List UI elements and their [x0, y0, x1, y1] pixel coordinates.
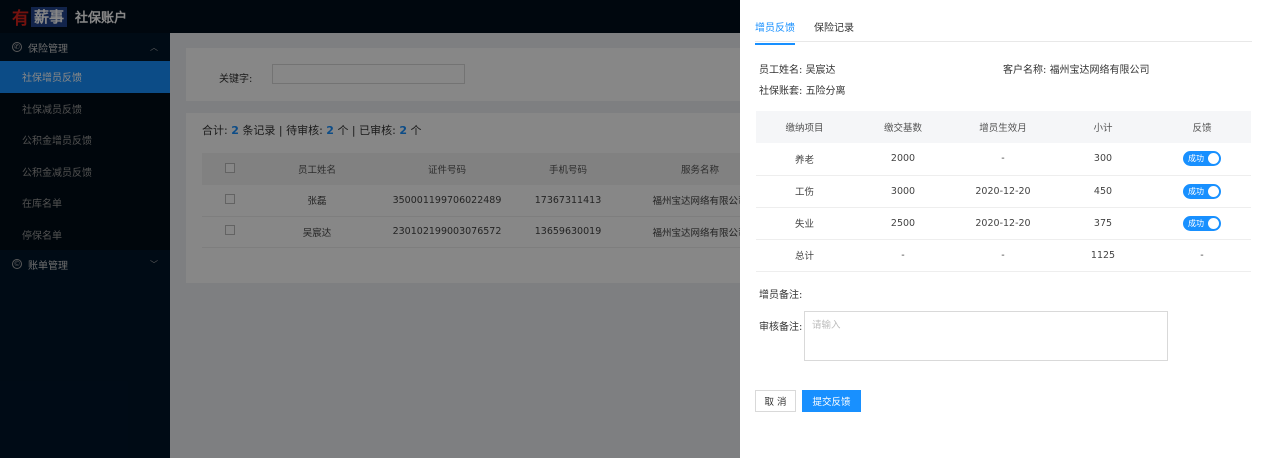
- cell-feedback: 成功: [1153, 207, 1251, 240]
- column-header: 增员生效月: [953, 111, 1053, 143]
- column-header: 缴纳项目: [756, 111, 853, 143]
- review-remark-label: 审核备注:: [759, 322, 803, 333]
- client-info: 客户名称: 福州宝达网络有限公司: [1003, 61, 1150, 76]
- plan-info: 社保账套: 五险分离: [759, 82, 846, 97]
- cell-feedback: 成功: [1153, 175, 1251, 208]
- cell-base: 3000: [853, 175, 953, 208]
- table-row: 失业 2500 2020-12-20 375 成功: [756, 207, 1251, 240]
- column-header: 小计: [1053, 111, 1153, 143]
- toggle-knob: [1208, 217, 1219, 229]
- client-value: 福州宝达网络有限公司: [1049, 65, 1150, 76]
- submit-feedback-button[interactable]: 提交反馈: [802, 390, 861, 412]
- table-row: 工伤 3000 2020-12-20 450 成功: [756, 175, 1251, 208]
- client-label: 客户名称:: [1003, 65, 1047, 76]
- employee-info: 员工姓名: 吴宸达: [759, 61, 836, 76]
- cell-base: -: [853, 239, 953, 272]
- toggle-label: 成功: [1188, 218, 1204, 228]
- cell-base: 2500: [853, 207, 953, 240]
- table-header-row: 缴纳项目 缴交基数 增员生效月 小计 反馈: [756, 111, 1251, 143]
- cell-subtotal: 450: [1053, 175, 1153, 208]
- modal-overlay[interactable]: [0, 0, 740, 458]
- column-header: 反馈: [1153, 111, 1251, 143]
- cell-feedback: 成功: [1153, 143, 1251, 176]
- cell-month: -: [953, 143, 1053, 176]
- cell-subtotal: 375: [1053, 207, 1153, 240]
- toggle-label: 成功: [1188, 154, 1204, 164]
- cancel-button[interactable]: 取 消: [755, 390, 796, 412]
- table-row: 养老 2000 - 300 成功: [756, 143, 1251, 176]
- cell-subtotal: 1125: [1053, 239, 1153, 272]
- cell-month: 2020-12-20: [953, 207, 1053, 240]
- feedback-toggle[interactable]: 成功: [1183, 151, 1221, 167]
- tab-insurance-records[interactable]: 保险记录: [814, 19, 854, 43]
- toggle-knob: [1208, 153, 1219, 165]
- cell-feedback: -: [1153, 239, 1251, 272]
- toggle-knob: [1208, 185, 1219, 197]
- cell-month: -: [953, 239, 1053, 272]
- plan-label: 社保账套:: [759, 86, 803, 97]
- employee-value: 吴宸达: [805, 65, 836, 76]
- cell-item: 失业: [756, 207, 853, 240]
- cell-month: 2020-12-20: [953, 175, 1053, 208]
- add-remark-label: 增员备注:: [759, 290, 803, 301]
- employee-label: 员工姓名:: [759, 65, 803, 76]
- feedback-toggle[interactable]: 成功: [1183, 215, 1221, 231]
- feedback-toggle[interactable]: 成功: [1183, 183, 1221, 199]
- cell-item: 工伤: [756, 175, 853, 208]
- feedback-drawer: 增员反馈 保险记录 员工姓名: 吴宸达 客户名称: 福州宝达网络有限公司 社保账…: [740, 0, 1268, 458]
- cell-item: 养老: [756, 143, 853, 176]
- toggle-label: 成功: [1188, 186, 1204, 196]
- cell-base: 2000: [853, 143, 953, 176]
- cell-item: 总计: [756, 239, 853, 272]
- feedback-table: 缴纳项目 缴交基数 增员生效月 小计 反馈 养老 2000 - 300 成功 工…: [756, 111, 1251, 272]
- tab-add-feedback[interactable]: 增员反馈: [755, 19, 795, 45]
- drawer-tabs: 增员反馈 保险记录: [755, 0, 1252, 45]
- plan-value: 五险分离: [805, 86, 846, 97]
- review-remark-input[interactable]: [804, 311, 1168, 361]
- column-header: 缴交基数: [853, 111, 953, 143]
- cell-subtotal: 300: [1053, 143, 1153, 176]
- total-row: 总计 - - 1125 -: [756, 239, 1251, 272]
